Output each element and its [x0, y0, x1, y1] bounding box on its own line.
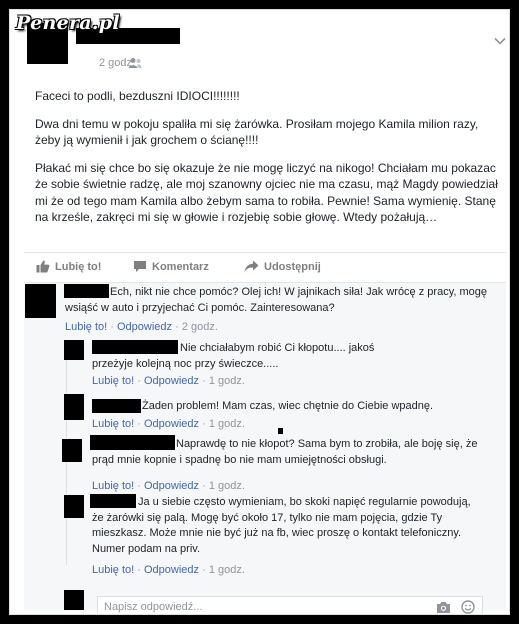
post-paragraph: Faceci to podli, bezduszni IDIOCI!!!!!!!…: [35, 89, 240, 103]
comment-button[interactable]: Komentarz: [133, 260, 209, 273]
reply-meta: Lubię to! · Odpowiedz · 1 godz.: [92, 480, 245, 492]
comment-text: Ech, nikt nie chce pomóc? Olej ich! W ja…: [65, 286, 488, 314]
post-actions: Lubię to! Komentarz Udostępnij: [24, 260, 506, 278]
reply-text: Nie chciałabym robić Ci kłopotu.... jako…: [92, 342, 375, 370]
thumbs-up-icon: [36, 260, 50, 273]
camera-icon[interactable]: [436, 601, 451, 614]
reply-meta: Lubię to! · Odpowiedz · 1 godz.: [92, 418, 245, 430]
reply-avatar-redacted[interactable]: [64, 340, 84, 360]
current-user-avatar-redacted: [64, 590, 84, 610]
reply-like-link[interactable]: Lubię to!: [92, 480, 134, 492]
comment-like-link[interactable]: Lubię to!: [65, 321, 107, 333]
post-paragraph: Dwa dni temu w pokoju spaliła mi się żar…: [35, 116, 479, 148]
reply-like-link[interactable]: Lubię to!: [92, 418, 134, 430]
reply-reply-link[interactable]: Odpowiedz: [144, 418, 199, 430]
friends-icon[interactable]: [128, 57, 142, 69]
commenter-avatar-redacted[interactable]: [25, 284, 56, 318]
share-label: Udostępnij: [264, 260, 321, 273]
like-button[interactable]: Lubię to!: [36, 260, 101, 273]
comment-label: Komentarz: [152, 260, 209, 273]
reply-meta: Lubię to! · Odpowiedz · 1 godz.: [92, 564, 245, 576]
post-options-chevron-icon[interactable]: [494, 37, 506, 45]
emoji-icon[interactable]: [461, 600, 475, 614]
reply-composer[interactable]: [97, 596, 483, 614]
speech-bubble-icon: [134, 261, 146, 272]
reply-meta: Lubię to! · Odpowiedz · 1 godz.: [92, 375, 245, 387]
reply-reply-link[interactable]: Odpowiedz: [144, 480, 199, 492]
reply-input[interactable]: [104, 601, 424, 613]
reply-timestamp[interactable]: 1 godz.: [209, 375, 245, 387]
comment-reply-link[interactable]: Odpowiedz: [117, 321, 172, 333]
reply-reply-link[interactable]: Odpowiedz: [144, 564, 199, 576]
separator-dot: ·: [123, 57, 127, 69]
reply-timestamp[interactable]: 1 godz.: [209, 418, 245, 430]
share-arrow-icon: [244, 260, 259, 272]
reply-avatar-redacted[interactable]: [62, 439, 82, 462]
reply-reply-link[interactable]: Odpowiedz: [144, 375, 199, 387]
divider: [24, 252, 506, 253]
reply-like-link[interactable]: Lubię to!: [92, 375, 134, 387]
reply-text: Żaden problem! Mam czas, wiec chętnie do…: [142, 400, 434, 412]
reply-avatar-redacted[interactable]: [64, 394, 84, 420]
post-paragraph: Płakać mi się chce bo się okazuje że nie…: [35, 160, 498, 225]
share-button[interactable]: Udostępnij: [244, 260, 321, 273]
reply-text: Ja u siebie często wymieniam, bo skoki n…: [92, 496, 471, 555]
redaction-mark: [278, 428, 283, 434]
post-body: Faceci to podli, bezduszni IDIOCI!!!!!!!…: [35, 88, 500, 237]
reply-timestamp[interactable]: 1 godz.: [209, 564, 245, 576]
comment-meta: Lubię to! · Odpowiedz · 2 godz.: [65, 321, 218, 333]
reply-text: Naprawdę to nie kłopot? Sama bym to zrob…: [92, 438, 478, 466]
reply-avatar-redacted[interactable]: [64, 495, 84, 518]
post-card: 2 godz. · Faceci to podli, bezduszni IDI…: [9, 9, 510, 615]
reply-timestamp[interactable]: 1 godz.: [209, 480, 245, 492]
reply-like-link[interactable]: Lubię to!: [92, 564, 134, 576]
comment-timestamp[interactable]: 2 godz.: [182, 321, 218, 333]
site-watermark: Penera.pl: [16, 12, 120, 34]
like-label: Lubię to!: [55, 260, 102, 273]
